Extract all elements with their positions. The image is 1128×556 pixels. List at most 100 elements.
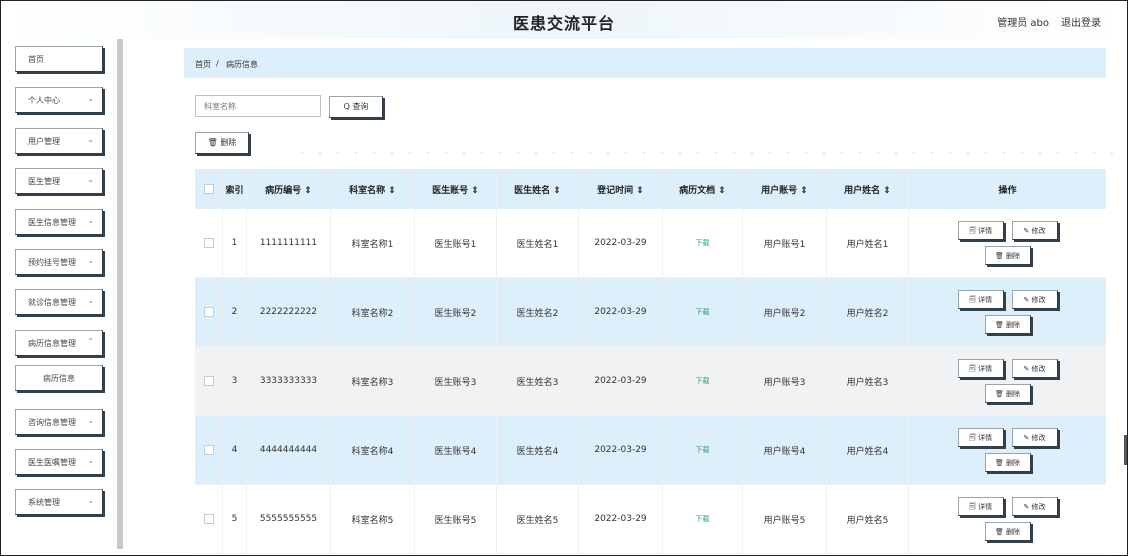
chevron-down-icon: ⌄ — [87, 135, 94, 144]
edit-button[interactable]: ✎ 修改 — [1011, 290, 1058, 309]
delete-button[interactable]: 🗑 删除 — [984, 453, 1031, 472]
sidebar-item-home[interactable]: 首页 — [15, 46, 103, 72]
edit-button[interactable]: ✎ 修改 — [1011, 497, 1058, 516]
sidebar-item-label: 系统管理 — [28, 498, 60, 507]
delete-button[interactable]: 🗑 删除 — [984, 384, 1031, 403]
sidebar-item-label: 病历信息 — [43, 374, 75, 383]
cell-doctor-account: 医生账号2 — [415, 278, 497, 346]
column-header[interactable]: 科室名称 ⇕ — [331, 169, 415, 209]
download-link[interactable]: 下载 — [696, 514, 710, 524]
sidebar-item-label: 就诊信息管理 — [28, 298, 76, 307]
column-header[interactable]: 用户账号 ⇕ — [743, 169, 827, 209]
detail-button[interactable]: 🗐 详情 — [957, 290, 1004, 309]
column-header[interactable]: 登记时间 ⇕ — [579, 169, 663, 209]
cell-user-name: 用户姓名1 — [827, 209, 909, 277]
sidebar-item-label: 首页 — [28, 55, 44, 64]
records-table: 索引 病历编号 ⇕ 科室名称 ⇕ 医生账号 ⇕ 医生姓名 ⇕ 登记时间 ⇕ 病历… — [195, 169, 1106, 554]
detail-button[interactable]: 🗐 详情 — [957, 359, 1004, 378]
window-scrollbar[interactable] — [1124, 435, 1127, 465]
admin-label: 管理员 abo — [997, 18, 1049, 29]
cell-date: 2022-03-29 — [579, 278, 663, 346]
row-actions: 🗐 详情 ✎ 修改 🗑 删除 — [909, 416, 1106, 484]
cell-user-account: 用户账号5 — [743, 485, 827, 553]
cell-doctor-name: 医生姓名5 — [497, 485, 579, 553]
sidebar-item-appointment[interactable]: 预约挂号管理 ⌄ — [15, 249, 103, 275]
sidebar-item-label: 预约挂号管理 — [28, 258, 76, 267]
sidebar-item-record-management[interactable]: 病历信息管理 ⌃ — [15, 330, 103, 356]
cell-doctor-name: 医生姓名4 — [497, 416, 579, 484]
sidebar-item-personal-center[interactable]: 个人中心 ⌄ — [15, 87, 103, 113]
detail-button[interactable]: 🗐 详情 — [957, 428, 1004, 447]
delete-button[interactable]: 🗑 删除 — [984, 246, 1031, 265]
sidebar-item-doctor-info[interactable]: 医生信息管理 ⌄ — [15, 209, 103, 235]
cell-doctor-name: 医生姓名1 — [497, 209, 579, 277]
sidebar-item-label: 医生管理 — [28, 177, 60, 186]
sidebar-subitem-medical-record[interactable]: 病历信息 — [15, 365, 103, 391]
cell-dept: 科室名称4 — [331, 416, 415, 484]
row-checkbox[interactable] — [195, 347, 223, 415]
column-header[interactable]: 医生姓名 ⇕ — [497, 169, 579, 209]
edit-button[interactable]: ✎ 修改 — [1011, 428, 1058, 447]
search-button[interactable]: Q 查询 — [329, 96, 383, 118]
sidebar-item-label: 咨询信息管理 — [28, 418, 76, 427]
sidebar-item-doctor-orders[interactable]: 医生医嘱管理 ⌄ — [15, 449, 103, 475]
sidebar-item-user-management[interactable]: 用户管理 ⌄ — [15, 128, 103, 154]
column-header[interactable]: 病历文档 ⇕ — [663, 169, 743, 209]
cell-user-name: 用户姓名5 — [827, 485, 909, 553]
chevron-down-icon: ⌄ — [87, 94, 94, 103]
dept-search-input[interactable] — [195, 95, 321, 117]
cell-record-no: 1111111111 — [247, 209, 331, 277]
table-row: 4 4444444444 科室名称4 医生账号4 医生姓名4 2022-03-2… — [195, 416, 1106, 485]
row-checkbox[interactable] — [195, 485, 223, 553]
column-header[interactable]: 病历编号 ⇕ — [247, 169, 331, 209]
cell-dept: 科室名称2 — [331, 278, 415, 346]
column-header[interactable]: 用户姓名 ⇕ — [827, 169, 909, 209]
cell-index: 3 — [223, 347, 247, 415]
download-link[interactable]: 下载 — [696, 445, 710, 455]
top-header: 医患交流平台 管理员 abo 退出登录 — [1, 1, 1127, 40]
cell-record-no: 2222222222 — [247, 278, 331, 346]
cell-record-no: 3333333333 — [247, 347, 331, 415]
sidebar-item-doctor-management[interactable]: 医生管理 ⌄ — [15, 168, 103, 194]
bulk-delete-button[interactable]: 🗑 删除 — [195, 132, 249, 154]
edit-button[interactable]: ✎ 修改 — [1011, 221, 1058, 240]
download-link[interactable]: 下载 — [696, 238, 710, 248]
sidebar-item-consultation[interactable]: 咨询信息管理 ⌄ — [15, 409, 103, 435]
row-checkbox[interactable] — [195, 278, 223, 346]
cell-user-name: 用户姓名4 — [827, 416, 909, 484]
delete-button[interactable]: 🗑 删除 — [984, 522, 1031, 541]
row-actions: 🗐 详情 ✎ 修改 🗑 删除 — [909, 347, 1106, 415]
sidebar-item-visit-info[interactable]: 就诊信息管理 ⌄ — [15, 289, 103, 315]
cell-date: 2022-03-29 — [579, 485, 663, 553]
chevron-down-icon: ⌄ — [87, 216, 94, 225]
download-link[interactable]: 下载 — [696, 307, 710, 317]
cell-user-account: 用户账号3 — [743, 347, 827, 415]
breadcrumb-home[interactable]: 首页 — [195, 59, 211, 70]
cell-date: 2022-03-29 — [579, 347, 663, 415]
column-header: 索引 — [223, 169, 247, 209]
column-header[interactable]: 医生账号 ⇕ — [415, 169, 497, 209]
breadcrumb-separator: / — [216, 59, 219, 68]
sidebar-item-system[interactable]: 系统管理 ⌄ — [15, 489, 103, 515]
cell-doctor-name: 医生姓名2 — [497, 278, 579, 346]
cell-index: 2 — [223, 278, 247, 346]
row-checkbox[interactable] — [195, 209, 223, 277]
table-header: 索引 病历编号 ⇕ 科室名称 ⇕ 医生账号 ⇕ 医生姓名 ⇕ 登记时间 ⇕ 病历… — [195, 169, 1106, 209]
logout-link[interactable]: 退出登录 — [1061, 14, 1101, 29]
edit-button[interactable]: ✎ 修改 — [1011, 359, 1058, 378]
table-row: 5 5555555555 科室名称5 医生账号5 医生姓名5 2022-03-2… — [195, 485, 1106, 554]
sidebar-item-label: 医生信息管理 — [28, 218, 76, 227]
download-link[interactable]: 下载 — [696, 376, 710, 386]
cell-user-name: 用户姓名2 — [827, 278, 909, 346]
select-all-checkbox[interactable] — [195, 169, 223, 209]
cell-user-account: 用户账号4 — [743, 416, 827, 484]
site-title: 医患交流平台 — [512, 14, 615, 33]
chevron-down-icon: ⌄ — [87, 256, 94, 265]
sidebar-item-label: 个人中心 — [28, 96, 60, 105]
detail-button[interactable]: 🗐 详情 — [957, 497, 1004, 516]
row-actions: 🗐 详情 ✎ 修改 🗑 删除 — [909, 485, 1106, 553]
delete-button[interactable]: 🗑 删除 — [984, 315, 1031, 334]
row-checkbox[interactable] — [195, 416, 223, 484]
detail-button[interactable]: 🗐 详情 — [957, 221, 1004, 240]
cell-index: 4 — [223, 416, 247, 484]
